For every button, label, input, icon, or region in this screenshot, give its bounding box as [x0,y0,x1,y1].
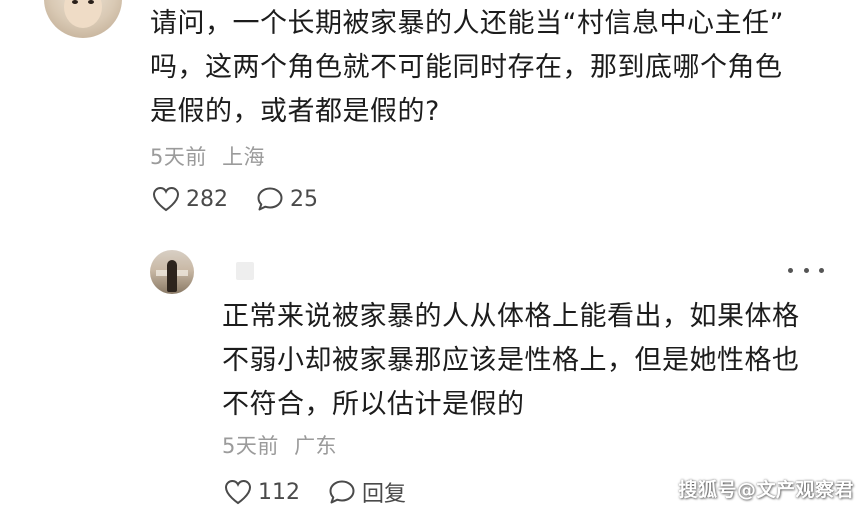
comment-thread: 请问，一个长期被家暴的人还能当“村信息中心主任” 吗，这两个角色就不可能同时存在… [0,0,868,510]
more-options-button[interactable] [788,262,824,278]
comment-location: 上海 [222,145,266,169]
comment-bubble-icon [329,480,355,504]
comment-line: 请问，一个长期被家暴的人还能当“村信息中心主任” [150,8,784,39]
watermark: 搜狐号@文产观察君 [678,479,854,501]
reply-time: 5天前 [222,434,279,458]
reply-line: 正常来说被家暴的人从体格上能看出，如果体格 [222,301,800,332]
comment-meta: 5天前 上海 [150,141,265,171]
reply-like-count: 112 [258,479,300,505]
like-button[interactable]: 282 [152,186,228,212]
avatar-eye [72,0,78,4]
reply-meta: 5天前 广东 [222,430,337,460]
more-dots-icon [819,267,824,273]
comment-line: 吗，这两个角色就不可能同时存在，那到底哪个角色 [150,52,783,83]
comment-actions: 282 25 [152,186,318,212]
reply-actions: 112 回复 [224,476,406,508]
heart-icon [224,479,252,505]
reply-like-button[interactable]: 112 [224,479,300,505]
reply-button-label: 回复 [362,482,407,507]
comment-bubble-icon [257,187,283,211]
reply-line: 不符合，所以估计是假的 [222,389,525,420]
comment-time: 5天前 [150,145,207,169]
replier-name-redacted [236,262,254,280]
heart-icon [152,186,180,212]
comment-line: 是假的，或者都是假的? [150,96,440,127]
avatar-face [64,0,102,28]
comment-count: 25 [290,186,318,212]
avatar-figure [167,260,177,292]
reply-button[interactable]: 回复 [328,476,406,508]
more-dots-icon [803,267,809,273]
commenter-avatar[interactable] [44,0,122,38]
comment-button[interactable]: 25 [256,186,318,212]
replier-avatar[interactable] [150,250,194,294]
reply-line: 不弱小却被家暴那应该是性格上，但是她性格也 [222,345,800,376]
reply-text: 正常来说被家暴的人从体格上能看出，如果体格 不弱小却被家暴那应该是性格上，但是她… [222,295,852,427]
avatar-eye [88,0,94,4]
like-count: 282 [186,186,228,212]
reply-location: 广东 [294,434,338,458]
comment-text: 请问，一个长期被家暴的人还能当“村信息中心主任” 吗，这两个角色就不可能同时存在… [150,2,850,134]
more-dots-icon [788,267,793,273]
